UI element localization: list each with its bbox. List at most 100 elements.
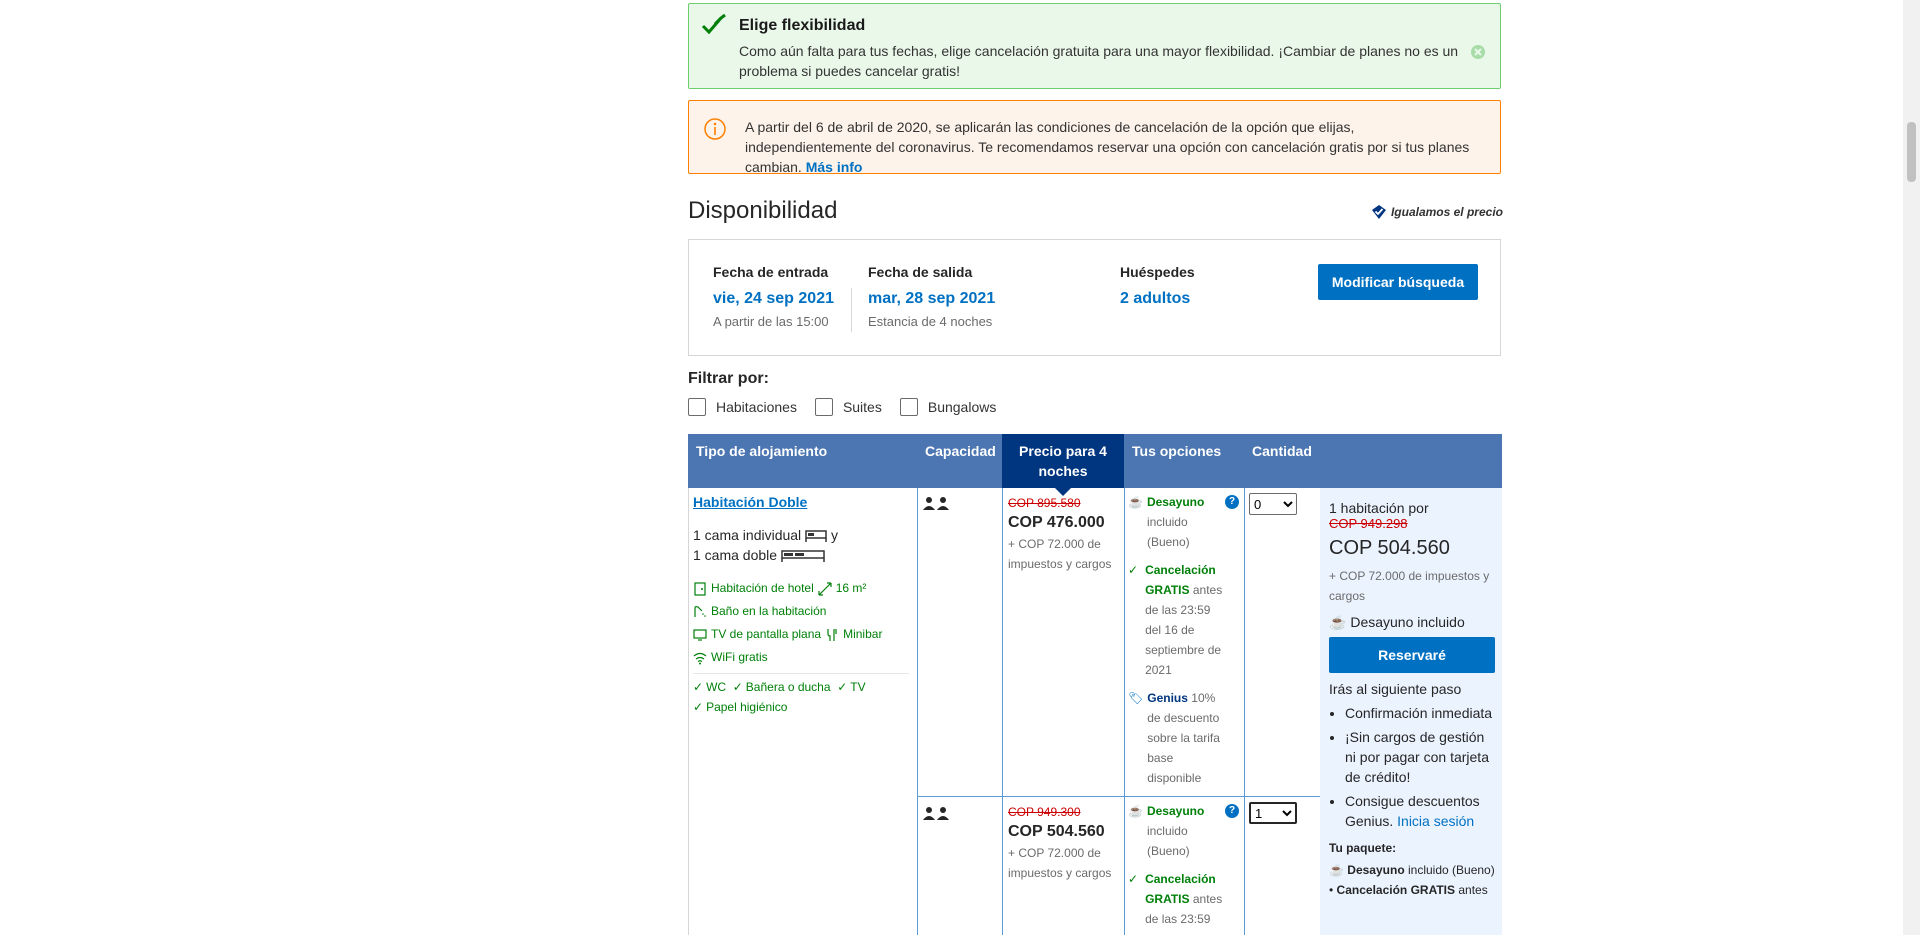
package-breakfast: ☕ Desayuno incluido (Bueno)	[1329, 863, 1495, 877]
package-title: Tu paquete:	[1329, 841, 1397, 855]
checkbox[interactable]	[899, 398, 918, 416]
room-info: Habitación Doble 1 cama individual y 1 c…	[693, 494, 915, 717]
bed-config: 1 cama individual y 1 cama doble	[693, 525, 915, 565]
options-cell: ☕ Desayuno incluido (Bueno) ✓ Cancelación…	[1128, 801, 1224, 937]
quantity-select[interactable]: 0	[1249, 493, 1297, 515]
header-capacity: Capacidad	[925, 443, 996, 459]
grid-line	[1124, 488, 1125, 935]
wifi-icon	[693, 652, 707, 664]
reservation-panel: 1 habitación por COP 949.298 COP 504.560…	[1320, 488, 1502, 935]
checkout-label: Fecha de salida	[868, 264, 973, 280]
checkbox[interactable]	[688, 398, 706, 416]
price-match-badge[interactable]: Igualamos el precio	[1371, 204, 1503, 220]
divider	[851, 288, 852, 332]
check-icon: ✓	[693, 700, 704, 714]
coffee-icon: ☕	[1128, 495, 1143, 509]
notice-text: Como aún falta para tus fechas, elige ca…	[739, 43, 1459, 79]
info-icon	[704, 118, 726, 140]
guests-block[interactable]: Huéspedes 2 adultos	[1120, 264, 1195, 308]
cancel-detail: antes de las 23:59 del 16 de septiembre …	[1145, 583, 1223, 677]
double-check-icon	[701, 14, 726, 35]
guests-label: Huéspedes	[1120, 264, 1195, 280]
breakfast-label: Desayuno	[1146, 804, 1205, 818]
amenity: Papel higiénico	[706, 700, 788, 714]
checkin-sub: A partir de las 15:00	[713, 314, 829, 329]
checkin-block[interactable]: Fecha de entrada vie, 24 sep 2021 A part…	[713, 264, 834, 329]
original-price: COP 895.580	[1008, 496, 1081, 510]
checkin-label: Fecha de entrada	[713, 264, 829, 280]
filter-label: Filtrar por:	[688, 370, 769, 387]
room-table: Tipo de alojamiento Capacidad Precio par…	[688, 434, 1502, 935]
header-room-type: Tipo de alojamiento	[696, 443, 828, 459]
quantity-select[interactable]: 1	[1249, 802, 1297, 824]
bed-double: 1 cama doble	[693, 547, 778, 563]
double-bed-icon	[781, 550, 825, 563]
facility-wifi: WiFi gratis	[711, 650, 768, 664]
scrollbar-thumb[interactable]	[1907, 122, 1916, 182]
grid-line	[688, 488, 689, 935]
package-breakfast-rest: incluido (Bueno)	[1408, 863, 1495, 877]
reserve-button[interactable]: Reservaré	[1329, 637, 1495, 673]
price-match-label: Igualamos el precio	[1390, 205, 1503, 219]
filter-bungalows[interactable]: Bungalows	[899, 398, 997, 416]
help-icon[interactable]: ?	[1225, 804, 1239, 818]
price-cell: COP 895.580 COP 476.000 + COP 72.000 de …	[1008, 496, 1120, 574]
amenity: Bañera o ducha	[745, 680, 831, 694]
checkbox[interactable]	[814, 398, 833, 416]
filter-suites[interactable]: Suites	[814, 398, 882, 416]
room-count-text: 1 habitación por	[1329, 500, 1429, 516]
current-price: COP 476.000	[1008, 514, 1105, 531]
room-name-link[interactable]: Habitación Doble	[693, 494, 915, 510]
breakfast-detail: incluido (Bueno)	[1146, 515, 1190, 549]
list-item: Confirmación inmediata	[1345, 703, 1495, 723]
room-size-icon	[818, 581, 832, 596]
filter-rooms[interactable]: Habitaciones	[688, 398, 797, 416]
divider	[693, 673, 909, 674]
page-scrollbar[interactable]	[1903, 0, 1920, 935]
total-price: COP 504.560	[1329, 537, 1450, 559]
checkout-block[interactable]: Fecha de salida mar, 28 sep 2021 Estanci…	[868, 264, 995, 329]
facility-tv: TV de pantalla plana	[711, 627, 822, 641]
check-icon: ✓	[1128, 563, 1139, 577]
coffee-icon: ☕	[1329, 614, 1347, 630]
modify-search-button[interactable]: Modificar búsqueda	[1318, 264, 1478, 300]
amenity: TV	[850, 680, 866, 694]
single-bed-icon	[805, 530, 827, 543]
filter-suites-label: Suites	[842, 399, 882, 415]
grid-line	[1002, 488, 1003, 935]
taxes-text: + COP 72.000 de impuestos y cargos	[1329, 569, 1490, 603]
facility-minibar: Minibar	[843, 627, 883, 641]
cancellation-policy-notice: A partir del 6 de abril de 2020, se apli…	[688, 100, 1501, 175]
sign-in-link[interactable]: Inicia sesión	[1397, 813, 1474, 829]
header-price[interactable]: Precio para 4 noches	[1002, 434, 1124, 496]
door-icon	[694, 581, 706, 596]
availability-heading: Disponibilidad	[688, 197, 838, 224]
room-facilities: Habitación de hotel 16 m² Baño en la hab…	[693, 577, 915, 669]
package-cancel-bold: Cancelación GRATIS	[1336, 883, 1456, 897]
check-icon: ✓	[1128, 872, 1139, 886]
check-icon: ✓	[693, 680, 704, 694]
filter-rooms-label: Habitaciones	[716, 399, 797, 415]
help-icon[interactable]: ?	[1225, 495, 1239, 509]
breakfast-included: ☕ Desayuno incluido	[1329, 614, 1495, 631]
two-guests-icon	[923, 497, 949, 510]
package-cancel-rest: antes	[1458, 883, 1488, 897]
filter-bungalows-label: Bungalows	[927, 399, 997, 415]
tv-icon	[693, 628, 707, 641]
notice-title: Elige flexibilidad	[739, 17, 866, 34]
grid-line	[1244, 488, 1245, 935]
coffee-icon: ☕	[1128, 804, 1143, 818]
next-step-text: Irás al siguiente paso	[1329, 681, 1462, 697]
breakfast-detail: incluido (Bueno)	[1146, 824, 1190, 858]
current-price: COP 504.560	[1008, 823, 1105, 840]
grid-line	[917, 796, 1320, 797]
bed-single: 1 cama individual	[693, 527, 802, 543]
header-options: Tus opciones	[1132, 443, 1222, 459]
more-info-link[interactable]: Más info	[806, 159, 863, 175]
guests-value: 2 adultos	[1120, 290, 1191, 307]
tag-icon: 🏷	[1128, 691, 1144, 705]
options-cell: ☕ Desayuno incluido (Bueno) ✓ Cancelación…	[1128, 492, 1224, 796]
price-cell: COP 949.300 COP 504.560 + COP 72.000 de …	[1008, 805, 1120, 883]
filter-options: Habitaciones Suites Bungalows	[688, 398, 1014, 416]
close-icon[interactable]	[1470, 44, 1486, 60]
